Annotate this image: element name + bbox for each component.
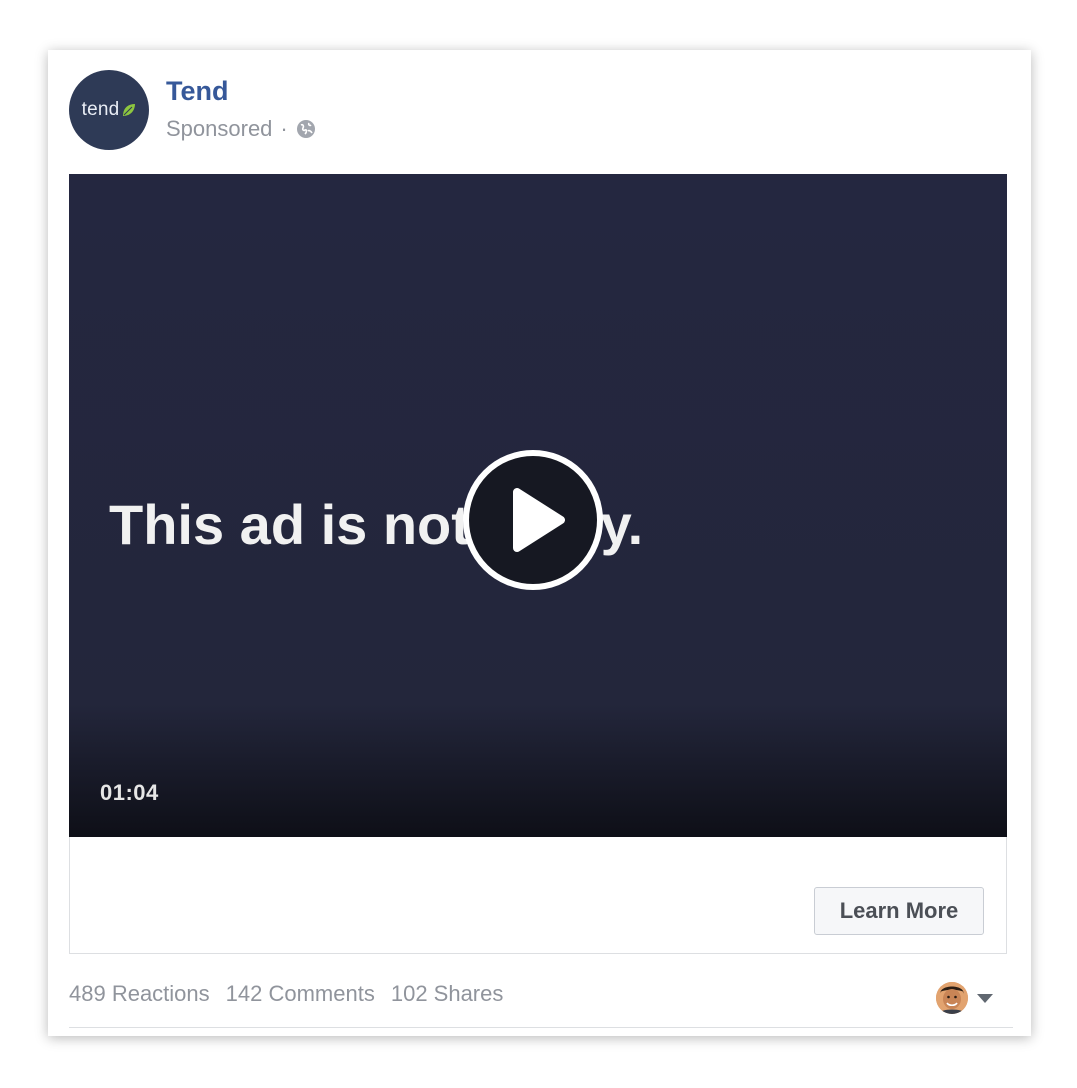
divider — [69, 1027, 1013, 1028]
avatar-logo-text: tend — [81, 99, 120, 120]
caret-down-icon[interactable] — [976, 992, 994, 1004]
meta-separator: · — [280, 116, 288, 141]
learn-more-button[interactable]: Learn More — [814, 887, 984, 935]
sponsored-post-card: tend Tend Sponsored · This ad is not fan… — [48, 50, 1031, 1036]
engagement-stats: 489 Reactions 142 Comments 102 Shares — [69, 981, 503, 1007]
sponsored-label[interactable]: Sponsored — [166, 116, 272, 142]
reactions-count[interactable]: 489 Reactions — [69, 981, 210, 1007]
page-name-link[interactable]: Tend — [166, 76, 229, 107]
leaf-icon — [123, 104, 136, 116]
comments-count[interactable]: 142 Comments — [226, 981, 375, 1007]
play-button[interactable] — [463, 450, 603, 590]
post-meta: Sponsored · — [166, 116, 316, 142]
viewer-selector[interactable] — [936, 982, 994, 1014]
video-player[interactable]: This ad is not fancy. 01:04 — [69, 174, 1007, 837]
play-icon — [513, 488, 565, 552]
globe-icon[interactable] — [296, 119, 316, 139]
page-avatar[interactable]: tend — [69, 70, 149, 150]
viewer-avatar[interactable] — [936, 982, 968, 1014]
cta-area: Learn More — [69, 837, 1007, 954]
shares-count[interactable]: 102 Shares — [391, 981, 504, 1007]
video-duration: 01:04 — [100, 780, 159, 805]
